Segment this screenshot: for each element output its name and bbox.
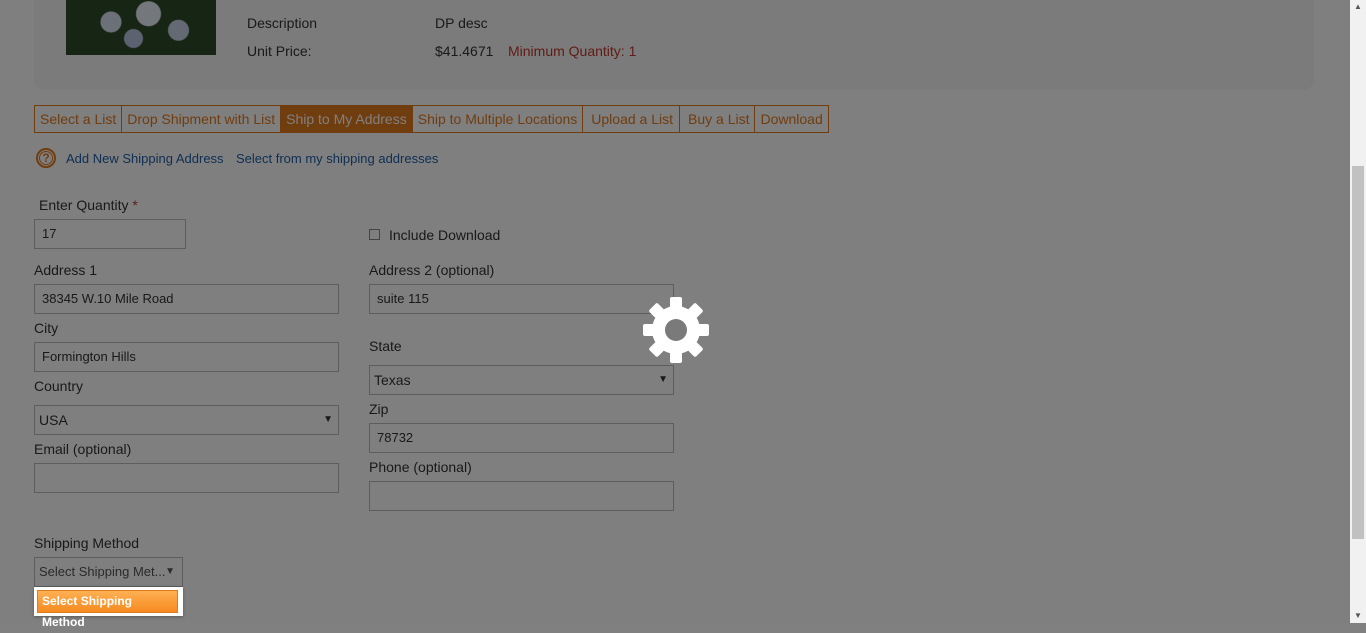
shipping-method-label: Shipping Method [34, 535, 140, 551]
select-shipping-addresses-link[interactable]: Select from my shipping addresses [236, 151, 438, 166]
phone-label: Phone (optional) [369, 459, 472, 475]
include-download-checkbox[interactable] [369, 229, 380, 240]
unit-price-label: Unit Price: [247, 43, 312, 59]
caret-down-icon: ▼ [658, 374, 668, 385]
quantity-label-text: Enter Quantity [39, 197, 129, 213]
state-label: State [369, 338, 402, 354]
zip-input[interactable]: 78732 [369, 423, 674, 453]
country-label: Country [34, 378, 84, 394]
address2-input[interactable]: suite 115 [369, 284, 674, 314]
country-select[interactable]: USA ▼ [34, 405, 339, 435]
tab-buy-list[interactable]: Buy a List [680, 106, 756, 132]
quantity-input[interactable]: 17 [34, 219, 186, 249]
caret-down-icon: ▼ [165, 566, 175, 577]
include-download-label: Include Download [389, 227, 501, 243]
tab-ship-to-my-address[interactable]: Ship to My Address [281, 106, 413, 132]
description-value: DP desc [435, 15, 488, 31]
state-select[interactable]: Texas ▼ [369, 365, 674, 395]
minimum-quantity: Minimum Quantity: 1 [508, 43, 637, 59]
address1-input[interactable]: 38345 W.10 Mile Road [34, 284, 339, 314]
tab-drop-shipment[interactable]: Drop Shipment with List [122, 106, 282, 132]
order-tabs: Select a List Drop Shipment with List Sh… [34, 105, 829, 133]
email-label: Email (optional) [34, 441, 132, 457]
tab-select-list[interactable]: Select a List [35, 106, 123, 132]
gear-icon [643, 297, 709, 363]
tab-download[interactable]: Download [755, 106, 827, 132]
quantity-label: Enter Quantity * [39, 197, 138, 213]
tab-upload-list[interactable]: Upload a List [583, 106, 680, 132]
question-circle-icon[interactable]: ? [36, 148, 56, 168]
address1-label: Address 1 [34, 262, 98, 278]
scrollbar[interactable]: ▲ ▼ [1350, 0, 1366, 623]
unit-price-value: $41.4671 [435, 43, 494, 59]
scroll-up-icon[interactable]: ▲ [1350, 0, 1366, 14]
shipping-method-select-value: Select Shipping Met... [39, 564, 166, 579]
caret-down-icon: ▼ [323, 414, 333, 425]
product-card [34, 0, 1314, 90]
phone-input[interactable] [369, 481, 674, 511]
add-shipping-address-link[interactable]: Add New Shipping Address [66, 151, 224, 166]
state-select-value: Texas [374, 372, 411, 388]
tab-ship-multiple[interactable]: Ship to Multiple Locations [413, 106, 584, 132]
city-label: City [34, 320, 59, 336]
zip-label: Zip [369, 401, 389, 417]
description-label: Description [247, 15, 318, 31]
email-input[interactable] [34, 463, 339, 493]
select-shipping-method-button[interactable]: Select Shipping Method [37, 590, 178, 629]
product-image [66, 0, 216, 55]
city-input[interactable]: Formington Hills [34, 342, 339, 372]
address2-label: Address 2 (optional) [369, 262, 495, 278]
required-mark: * [132, 197, 138, 213]
scroll-down-icon[interactable]: ▼ [1350, 609, 1366, 623]
shipping-method-select[interactable]: Select Shipping Met... ▼ [34, 557, 183, 587]
scrollbar-thumb[interactable] [1352, 166, 1364, 539]
country-select-value: USA [39, 412, 68, 428]
shipping-dropdown: Select Shipping Method [34, 587, 183, 629]
